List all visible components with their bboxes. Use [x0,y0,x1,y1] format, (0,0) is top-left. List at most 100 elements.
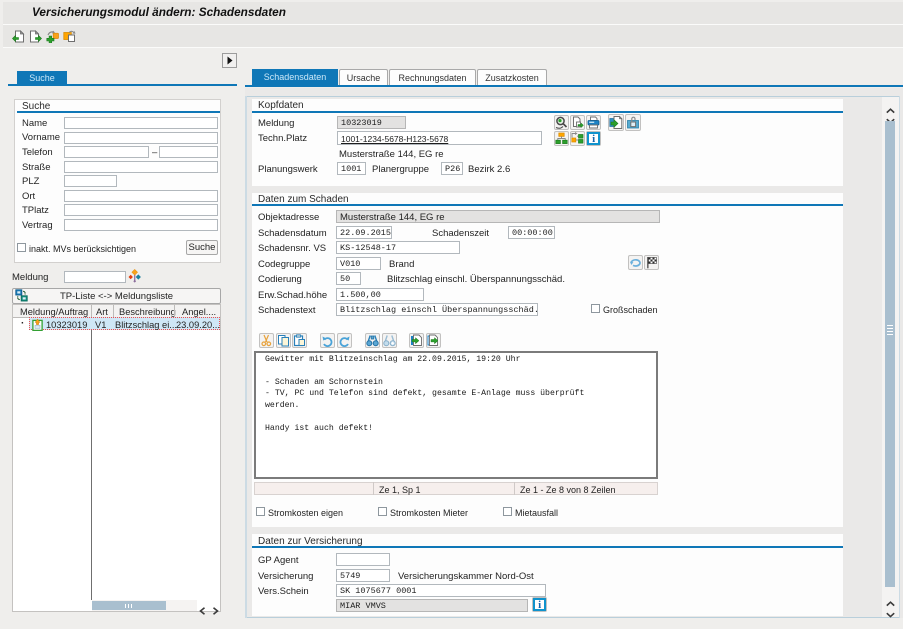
search-group-underline [17,111,220,113]
right-chevron-icon[interactable] [212,602,219,620]
header-divider-3 [174,305,175,317]
codierung-field[interactable] [336,272,361,285]
tab-rechnungsdaten[interactable]: Rechnungsdaten [389,69,476,85]
other-object-icon[interactable] [12,30,25,43]
linked-doc-icon[interactable] [570,115,585,130]
schadenstext-field[interactable] [336,303,538,316]
undo-arrow-icon[interactable] [320,333,335,348]
editor-text[interactable]: Gewitter mit Blitzeinschlag am 22.09.201… [256,353,656,434]
plz-input[interactable] [64,175,117,187]
text-editor[interactable]: Gewitter mit Blitzeinschlag am 22.09.201… [254,351,658,479]
transfer-doc-icon[interactable] [608,114,624,131]
kopf-meldung-label: Meldung [258,118,294,130]
kopfdaten-underline [252,111,843,113]
tab-schadensdaten[interactable]: Schadensdaten [252,69,338,85]
strasse-input[interactable] [64,161,218,173]
structure-list-icon[interactable] [570,131,585,146]
inakt-mvs-checkbox[interactable] [17,243,26,252]
hierarchy-icon[interactable] [554,131,569,146]
print-icon[interactable] [586,115,601,130]
down-chevron-bottom-icon[interactable] [886,605,895,623]
vorname-input[interactable] [64,132,218,144]
checkered-flag-icon[interactable] [644,255,659,270]
meldung-input[interactable] [64,271,126,283]
left-tabstrip-underline [8,84,237,86]
tplatz-input[interactable] [64,204,218,216]
ort-input[interactable] [64,190,218,202]
planergruppe-field[interactable] [441,162,463,175]
codierung-label: Codierung [258,274,302,286]
right-tabstrip-underline [245,85,903,87]
vertrag-label: Vertrag [22,220,53,232]
grossschaden-checkbox[interactable] [591,304,600,313]
undo-icon[interactable] [628,255,643,270]
versschein-label: Vers.Schein [258,586,309,598]
technplatz-field[interactable] [337,131,542,145]
mietausfall-label: Mietausfall [515,507,558,519]
search-doc-icon[interactable] [554,115,569,130]
telefon-input[interactable] [64,146,149,158]
tp-liste-button-label: TP-Liste <-> Meldungsliste [60,291,173,302]
info-icon[interactable]: i [586,131,601,146]
schadensdatum-field[interactable] [336,226,392,239]
tp-liste-button[interactable]: TP-Liste <-> Meldungsliste [12,288,221,304]
panel-top-line [247,96,899,97]
tab-zusatzkosten[interactable]: Zusatzkosten [477,69,547,85]
meldung-value-help-icon[interactable] [128,269,142,283]
kopfdaten-title: Kopfdaten [258,100,304,111]
find-next-icon[interactable] [382,333,397,348]
mietausfall-checkbox[interactable] [503,507,512,516]
table-column-divider[interactable] [91,317,92,600]
cut-icon[interactable] [259,333,274,348]
codegruppe-field[interactable] [336,257,381,270]
gpagent-field[interactable] [336,553,390,566]
tab-suche[interactable]: Suche [17,71,67,85]
technplatz-label: Techn.Platz [258,133,307,145]
import-text-icon[interactable] [409,333,424,348]
row-angelegt[interactable]: 23.09.20... [176,319,220,331]
tab-ursache[interactable]: Ursache [339,69,388,85]
versicherung-text: Versicherungskammer Nord-Ost [398,571,534,583]
row-beschreibung[interactable]: Blitzschlag ei... [115,319,177,331]
v-scrollbar-thumb[interactable] [885,121,895,587]
h-scrollbar-grip [125,604,133,608]
search-button[interactable]: Suche [186,240,218,255]
versschein-field[interactable] [336,584,546,597]
planungswerk-field[interactable] [337,162,366,175]
schadenszeit-field[interactable] [508,226,555,239]
redo-arrow-icon[interactable] [337,333,352,348]
left-chevron-icon[interactable] [199,602,206,620]
export-text-icon[interactable] [426,333,441,348]
header-divider-2 [113,305,114,317]
codegruppe-label: Codegruppe [258,259,310,271]
statusbar-cursor-pos: Ze 1, Sp 1 [379,484,421,496]
telefon-input-2[interactable] [159,146,218,158]
tree-exchange-icon [15,289,28,302]
row-meldung[interactable]: 10323019 [46,319,87,331]
page-title: Versicherungsmodul ändern: Schadensdaten [32,5,286,19]
gpagent-label: GP Agent [258,555,299,567]
vertrag-input[interactable] [64,219,218,231]
copy-icon[interactable] [276,333,291,348]
name-label: Name [22,118,47,130]
schadensnr-field[interactable] [336,241,460,254]
expand-panel-button[interactable] [222,53,237,68]
plz-label: PLZ [22,176,39,188]
next-object-icon[interactable] [29,30,42,43]
telefon-label: Telefon [22,147,53,159]
create-object-icon[interactable] [46,30,59,43]
vertrag-field [336,599,528,612]
technplatz-address-text: Musterstraße 144, EG re [339,149,444,161]
versicherung-field[interactable] [336,569,390,582]
name-input[interactable] [64,117,218,129]
stromkosten-mieter-checkbox[interactable] [378,507,387,516]
row-art[interactable]: V1 [95,319,106,331]
vertrag-info-icon[interactable]: i [532,597,547,612]
paste-icon[interactable] [292,333,307,348]
find-icon[interactable] [365,333,380,348]
stromkosten-eigen-checkbox[interactable] [256,507,265,516]
erwschad-field[interactable] [336,288,424,301]
lock-icon[interactable] [625,114,641,131]
kopf-meldung-field [337,116,406,129]
copy-object-icon[interactable] [63,30,76,43]
